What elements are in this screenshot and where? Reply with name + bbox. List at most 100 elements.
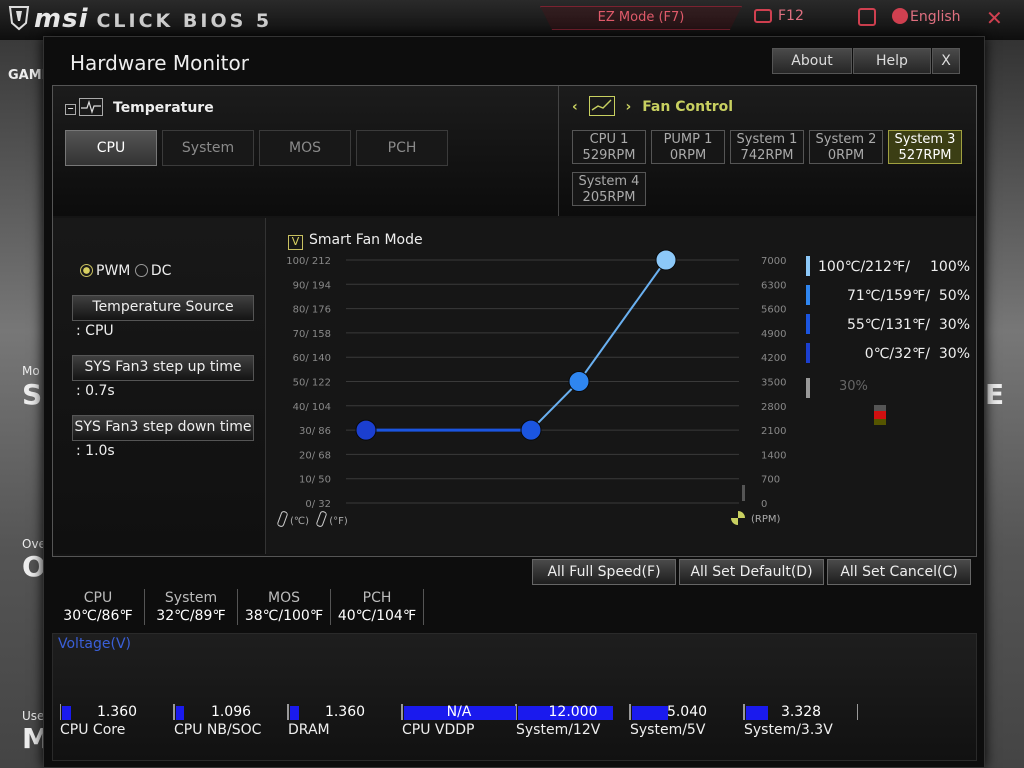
temperature-monitor-icon (79, 98, 103, 116)
mode-selector: PWM DC (80, 263, 171, 279)
voltage-title: Voltage(V) (58, 636, 132, 652)
tab-pch[interactable]: PCH (356, 130, 448, 166)
y-tick-label-left: 60/ 140 (293, 353, 331, 364)
fan-settings-column: PWM DC Temperature Source : CPU SYS Fan3… (53, 218, 266, 554)
radio-dot-icon (134, 264, 148, 277)
temp-name: MOS (268, 590, 300, 606)
fan-rpm: 529RPM (582, 148, 636, 163)
curve-point-handle[interactable] (355, 419, 377, 441)
fan-system3-button[interactable]: System 3 527RPM (888, 130, 962, 164)
y-tick-label-left: 30/ 86 (299, 426, 331, 437)
curve-point-handle[interactable] (568, 371, 590, 392)
temp-readout: MOS 38℃/100℉ (238, 589, 331, 625)
help-button[interactable]: Help (853, 48, 931, 74)
radio-dot-icon (80, 264, 93, 277)
voltage-bar: N/A (402, 704, 516, 720)
ez-mode-button[interactable]: EZ Mode (F7) (540, 6, 742, 30)
voltage-bar: 5.040 (630, 704, 744, 720)
globe-icon (892, 8, 908, 24)
y-tick-label-right: 1400 (761, 450, 786, 461)
fan-name: System 1 (736, 132, 798, 147)
all-set-cancel-button[interactable]: All Set Cancel(C) (827, 559, 971, 585)
tab-mos[interactable]: MOS (259, 130, 351, 166)
voltage-value: 1.096 (210, 704, 252, 720)
voltage-bar: 1.360 (288, 704, 402, 720)
bios-top-bar: msi CLICK BIOS 5 EZ Mode (F7) F12 English… (0, 0, 1024, 41)
legend-temp: 100℃/212℉/ (818, 259, 910, 275)
chevron-right-icon[interactable]: › (626, 99, 632, 115)
msi-logo: msi CLICK BIOS 5 (8, 4, 272, 34)
fan-rpm: 527RPM (898, 148, 952, 163)
curve-point-handle[interactable] (655, 249, 677, 271)
y-tick-label-right: 6300 (761, 280, 786, 291)
y-tick-label-right: 0 (761, 499, 767, 510)
y-tick-label-right: 5600 (761, 305, 786, 316)
collapse-icon[interactable]: − (65, 104, 76, 115)
brand-text: msi (34, 4, 89, 34)
bg-label-game: GAMI (8, 68, 47, 83)
legend-percent: 50% (938, 288, 970, 304)
exit-button[interactable]: ✕ (986, 6, 1003, 30)
dc-radio[interactable]: DC (134, 263, 171, 279)
temperature-source-button[interactable]: Temperature Source (72, 295, 254, 321)
fan-cpu1-button[interactable]: CPU 1 529RPM (572, 130, 646, 164)
voltage-name: CPU VDDP (402, 722, 475, 738)
msi-shield-icon (8, 6, 30, 31)
chart-x-units: (℃) (°F) (276, 510, 348, 528)
legend-swatch (806, 285, 810, 305)
voltage-name: DRAM (288, 722, 330, 738)
about-button[interactable]: About (772, 48, 852, 74)
voltage-bar: 3.328 (744, 704, 858, 720)
camera-icon (754, 9, 772, 23)
tab-system[interactable]: System (162, 130, 254, 166)
legend-row: 0℃/32℉/ 30% (806, 343, 970, 363)
curve-point-handle[interactable] (520, 419, 542, 441)
step-up-time-button[interactable]: SYS Fan3 step up time (72, 355, 254, 381)
voltage-name: System/12V (516, 722, 601, 738)
close-dialog-button[interactable]: X (932, 48, 960, 74)
fan-rpm: 0RPM (669, 148, 707, 163)
pwm-radio[interactable]: PWM (80, 263, 130, 279)
y-tick-label-right: 2100 (761, 426, 786, 437)
temperature-header: − Temperature (65, 98, 214, 116)
duty-slider-handle[interactable] (874, 405, 886, 425)
language-button[interactable]: English (892, 8, 961, 25)
y-tick-label-right: 700 (761, 475, 780, 486)
voltage-value: 1.360 (324, 704, 366, 720)
chevron-left-icon[interactable]: ‹ (572, 99, 578, 115)
fan-system2-button[interactable]: System 2 0RPM (809, 130, 883, 164)
y-tick-label-left: 80/ 176 (293, 305, 331, 316)
unit-fahrenheit: (°F) (329, 516, 348, 527)
smart-fan-label: Smart Fan Mode (309, 232, 423, 248)
temp-value: 30℃/86℉ (63, 608, 133, 624)
voltage-item: 5.040 System/5V (630, 704, 744, 738)
fan-pump1-button[interactable]: PUMP 1 0RPM (651, 130, 725, 164)
language-label: English (910, 9, 961, 25)
curve-segment (578, 259, 667, 383)
step-down-time-button[interactable]: SYS Fan3 step down time (72, 415, 254, 441)
fan-system1-button[interactable]: System 1 742RPM (730, 130, 804, 164)
all-full-speed-button[interactable]: All Full Speed(F) (532, 559, 676, 585)
legend-percent: 30% (938, 317, 970, 333)
screenshot-f12-button[interactable]: F12 (754, 8, 804, 24)
temp-name: PCH (362, 590, 392, 606)
legend-percent: 30% (938, 346, 970, 362)
fan-system4-button[interactable]: System 4 205RPM (572, 172, 646, 206)
bg-label-mo: Mo (22, 364, 40, 378)
tab-cpu[interactable]: CPU (65, 130, 157, 166)
temp-name: System (164, 590, 218, 606)
legend-row: 100℃/212℉/ 100% (806, 256, 970, 276)
voltage-item: 1.360 DRAM (288, 704, 402, 738)
y-tick-label-left: 90/ 194 (293, 280, 331, 291)
all-set-default-button[interactable]: All Set Default(D) (679, 559, 824, 585)
voltage-item: N/A CPU VDDP (402, 704, 516, 738)
search-button[interactable] (858, 8, 876, 26)
hardware-monitor-dialog: Hardware Monitor About Help X − Temperatu… (43, 36, 985, 768)
voltage-name: CPU Core (60, 722, 126, 738)
fan-rpm: 205RPM (582, 190, 636, 205)
voltage-item: 1.096 CPU NB/SOC (174, 704, 288, 738)
temp-name: CPU (83, 590, 113, 606)
pwm-label: PWM (96, 263, 131, 279)
current-duty-percent: 30% (839, 379, 868, 394)
fan-rpm: 0RPM (827, 148, 865, 163)
